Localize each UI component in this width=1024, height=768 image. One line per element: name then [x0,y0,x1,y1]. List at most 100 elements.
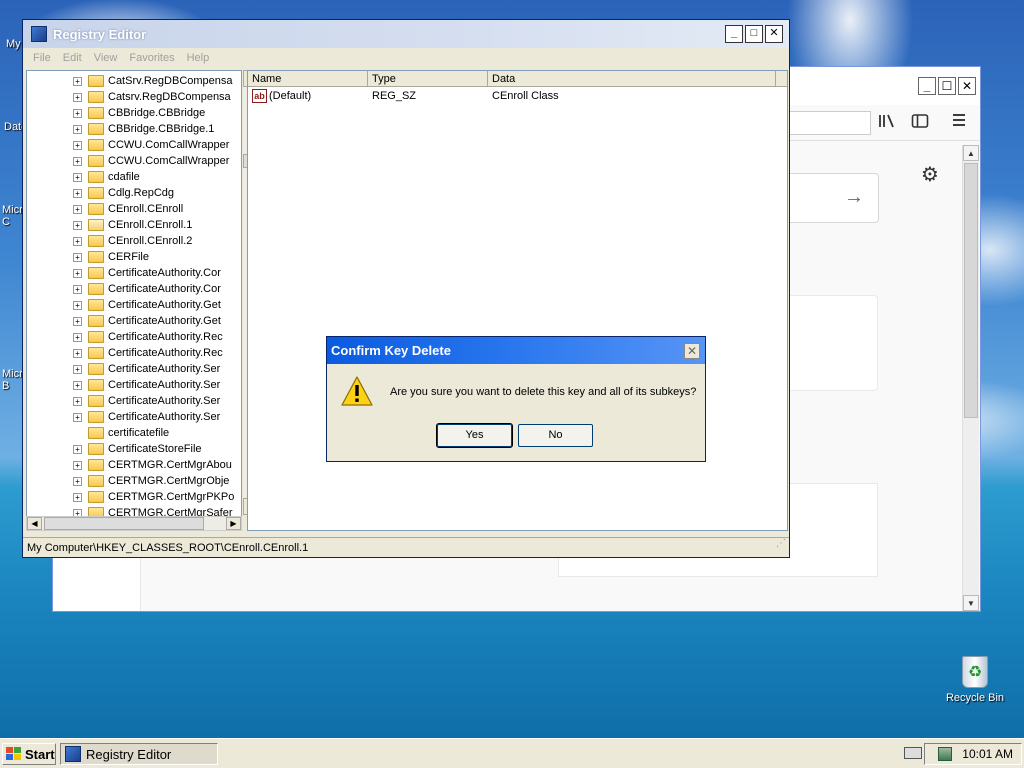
tree-item[interactable]: + CEnroll.CEnroll [73,201,183,217]
maximize-button[interactable]: □ [745,25,763,43]
browser-close-button[interactable]: ✕ [958,77,976,95]
tree-item[interactable]: + Catsrv.RegDBCompensa [73,89,231,105]
menu-icon[interactable] [948,113,970,133]
no-button[interactable]: No [518,424,593,447]
tree-item[interactable]: + CertificateStoreFile [73,441,202,457]
tree-expander-icon[interactable]: + [73,236,82,246]
tree-expander-icon[interactable]: + [73,172,82,182]
tree-item[interactable]: + CERTMGR.CertMgrAbou [73,457,232,473]
tree-item[interactable]: + CertificateAuthority.Ser [73,361,220,377]
registry-editor-titlebar[interactable]: Registry Editor _ □ ✕ [23,20,789,48]
menu-help[interactable]: Help [181,52,216,64]
tree-item[interactable]: + CertificateAuthority.Cor [73,265,221,281]
tree-item-label: CertificateAuthority.Cor [108,267,221,279]
tree-item[interactable]: + CEnroll.CEnroll.2 [73,233,192,249]
desktop-icon-label-micro-b[interactable]: Micro B [2,368,22,392]
desktop-icon-label-micro-c[interactable]: Micro C [2,204,22,228]
tree-item[interactable]: + Cdlg.RepCdg [73,185,174,201]
tree-expander-icon[interactable]: + [73,492,82,502]
tree-item[interactable]: + CertificateAuthority.Ser [73,377,220,393]
browser-maximize-button[interactable]: ☐ [938,77,956,95]
tree-item[interactable]: + CBBridge.CBBridge.1 [73,121,214,137]
search-go-arrow-icon[interactable]: → [844,186,864,209]
tree-expander-icon[interactable]: + [73,460,82,470]
tree-expander-icon[interactable]: + [73,156,82,166]
desktop-icon-label-my-computer[interactable]: My [6,38,21,50]
scroll-down-icon[interactable]: ▼ [963,595,979,611]
menu-view[interactable]: View [88,52,124,64]
tree-expander-icon[interactable]: + [73,140,82,150]
tree-expander-icon[interactable]: + [73,252,82,262]
recycle-bin-shortcut[interactable]: ♻ Recycle Bin [940,656,1010,704]
tree-expander-icon[interactable]: + [73,332,82,342]
tree-item[interactable]: certificatefile [73,425,169,441]
tree-item[interactable]: + CertificateAuthority.Rec [73,345,223,361]
dialog-titlebar[interactable]: Confirm Key Delete ✕ [327,337,705,364]
tree-scroll-right-icon[interactable]: ▶ [226,517,241,530]
tree-hscroll-thumb[interactable] [44,517,204,530]
tree-expander-icon[interactable]: + [73,92,82,102]
browser-minimize-button[interactable]: _ [918,77,936,95]
tree-item[interactable]: + CertificateAuthority.Cor [73,281,221,297]
keyboard-language-icon[interactable] [904,747,922,759]
dialog-close-button[interactable]: ✕ [684,342,700,359]
top-site-tile[interactable] [782,295,878,391]
menu-favorites[interactable]: Favorites [123,52,180,64]
tree-expander-icon[interactable]: + [73,412,82,422]
network-tray-icon[interactable] [938,747,953,761]
tree-item[interactable]: + CertificateAuthority.Rec [73,329,223,345]
resize-grip-icon[interactable]: ⋰ [776,534,786,554]
tree-item[interactable]: + CCWU.ComCallWrapper [73,153,229,169]
gear-icon[interactable]: ⚙ [921,162,939,187]
minimize-button[interactable]: _ [725,25,743,43]
tree-expander-icon[interactable]: + [73,444,82,454]
tree-expander-icon[interactable]: + [73,476,82,486]
tree-expander-icon[interactable]: + [73,76,82,86]
tree-horizontal-scrollbar[interactable]: ◀ ▶ [26,516,242,531]
folder-icon [88,251,104,263]
library-icon[interactable] [876,113,898,133]
tree-expander-icon[interactable]: + [73,188,82,198]
tree-item[interactable]: + CertificateAuthority.Ser [73,393,220,409]
sidebar-icon[interactable] [909,113,931,133]
tree-expander-icon[interactable]: + [73,220,82,230]
value-row[interactable]: ab (Default) REG_SZ CEnroll Class [248,87,787,104]
tree-expander-icon[interactable]: + [73,268,82,278]
taskbar-item-registry-editor[interactable]: Registry Editor [60,743,218,765]
tree-expander-icon[interactable]: + [73,348,82,358]
tree-expander-icon[interactable]: + [73,316,82,326]
tree-item[interactable]: + CERTMGR.CertMgrPKPo [73,489,234,505]
tree-expander-icon[interactable]: + [73,108,82,118]
scroll-thumb[interactable] [964,163,978,418]
scroll-up-icon[interactable]: ▲ [963,145,979,161]
start-button[interactable]: Start [2,743,56,765]
tree-item[interactable]: + CERFile [73,249,149,265]
tree-item[interactable]: + CertificateAuthority.Get [73,313,221,329]
column-header-name[interactable]: Name [248,71,368,86]
registry-key-tree[interactable]: + CatSrv.RegDBCompensa + Catsrv.RegDBCompen… [26,70,242,531]
tree-item[interactable]: + CCWU.ComCallWrapper [73,137,229,153]
tree-expander-icon[interactable]: + [73,284,82,294]
tree-item[interactable]: + CBBridge.CBBridge [73,105,205,121]
tree-expander-icon[interactable]: + [73,124,82,134]
menu-edit[interactable]: Edit [57,52,88,64]
column-header-type[interactable]: Type [368,71,488,86]
tree-item[interactable]: + CEnroll.CEnroll.1 [73,217,192,233]
tree-expander-icon[interactable]: + [73,380,82,390]
tree-item[interactable]: + CERTMGR.CertMgrObje [73,473,229,489]
tree-expander-icon[interactable]: + [73,204,82,214]
tree-expander-icon[interactable]: + [73,300,82,310]
tree-item[interactable]: + cdafile [73,169,140,185]
clock[interactable]: 10:01 AM [962,747,1013,761]
tree-item[interactable]: + CertificateAuthority.Ser [73,409,220,425]
close-button[interactable]: ✕ [765,25,783,43]
column-header-data[interactable]: Data [488,71,776,86]
tree-expander-icon[interactable]: + [73,364,82,374]
tree-item[interactable]: + CatSrv.RegDBCompensa [73,73,233,89]
tree-item[interactable]: + CertificateAuthority.Get [73,297,221,313]
menu-file[interactable]: File [27,52,57,64]
tree-expander-icon[interactable]: + [73,396,82,406]
browser-vertical-scrollbar[interactable]: ▲ ▼ [962,145,979,611]
yes-button[interactable]: Yes [436,423,513,448]
tree-scroll-left-icon[interactable]: ◀ [27,517,42,530]
